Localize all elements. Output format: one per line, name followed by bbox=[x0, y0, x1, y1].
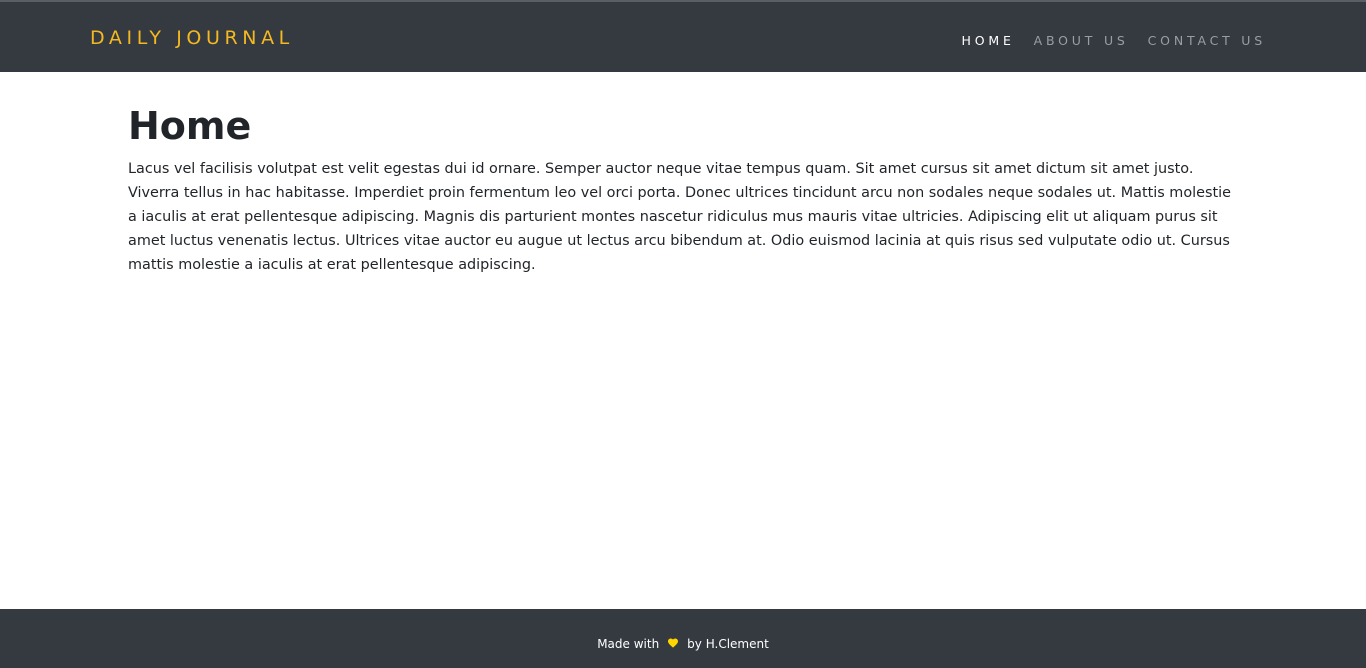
heart-icon bbox=[667, 637, 679, 651]
nav-item-home: HOME bbox=[962, 30, 1015, 49]
nav-link-contact-us[interactable]: CONTACT US bbox=[1148, 33, 1266, 48]
main-content: Home Lacus vel facilisis volutpat est ve… bbox=[128, 100, 1238, 277]
navbar: DAILY JOURNAL HOME ABOUT US CONTACT US bbox=[0, 0, 1366, 72]
page-title: Home bbox=[128, 104, 252, 148]
nav-link-about-us[interactable]: ABOUT US bbox=[1034, 33, 1129, 48]
nav-link-home[interactable]: HOME bbox=[962, 33, 1015, 48]
brand-link[interactable]: DAILY JOURNAL bbox=[90, 26, 294, 50]
footer-made-with-text: Made with bbox=[597, 636, 660, 651]
page: DAILY JOURNAL HOME ABOUT US CONTACT US H… bbox=[0, 0, 1366, 668]
home-paragraph: Lacus vel facilisis volutpat est velit e… bbox=[128, 161, 1231, 273]
footer-author-text: by H.Clement bbox=[687, 636, 769, 651]
footer: Made with by H.Clement bbox=[0, 609, 1366, 668]
nav-item-contact: CONTACT US bbox=[1148, 30, 1266, 49]
nav-item-about: ABOUT US bbox=[1034, 30, 1129, 49]
nav-menu: HOME ABOUT US CONTACT US bbox=[962, 30, 1266, 49]
footer-credit: Made with by H.Clement bbox=[597, 637, 769, 651]
